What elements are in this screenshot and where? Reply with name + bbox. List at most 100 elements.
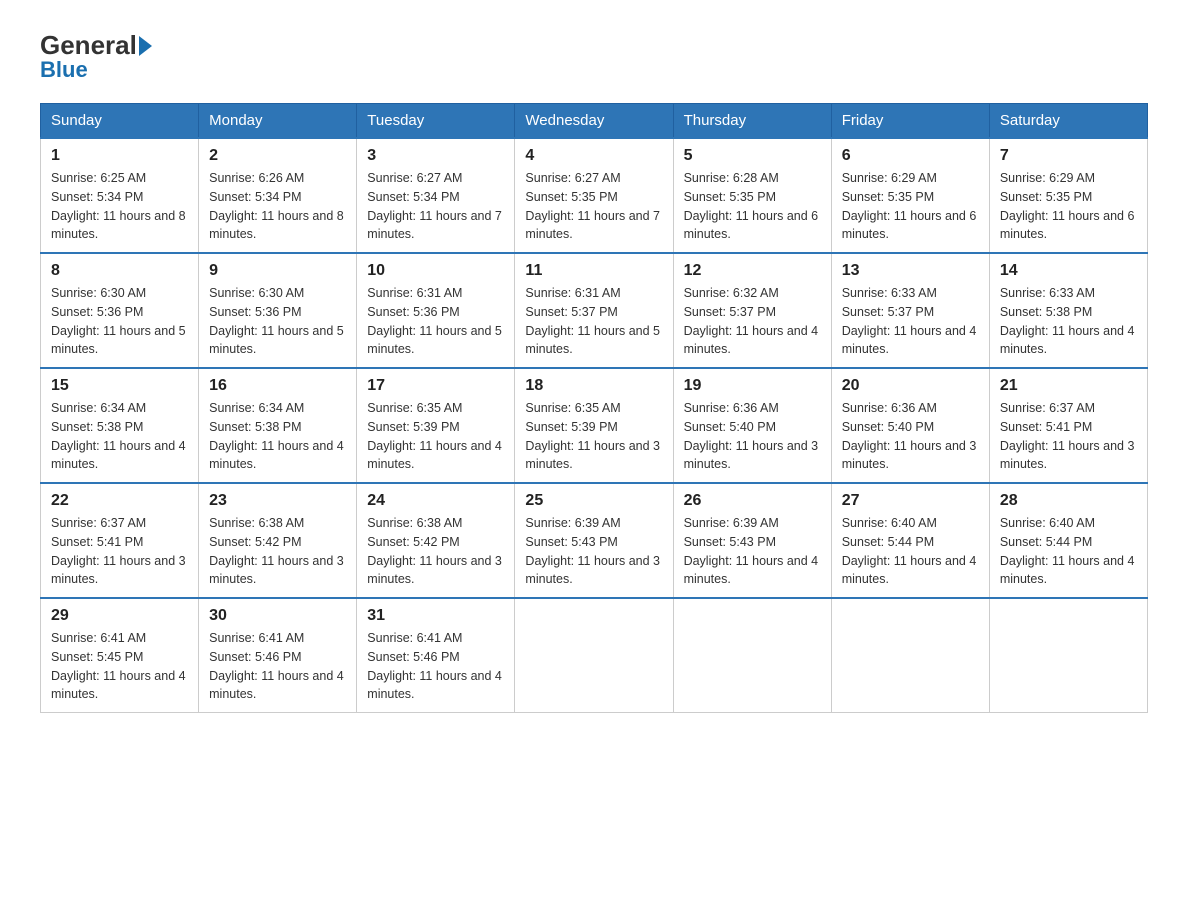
day-info: Sunrise: 6:33 AMSunset: 5:38 PMDaylight:… — [1000, 284, 1137, 359]
day-number: 29 — [51, 607, 188, 625]
calendar-cell: 18 Sunrise: 6:35 AMSunset: 5:39 PMDaylig… — [515, 368, 673, 483]
day-info: Sunrise: 6:29 AMSunset: 5:35 PMDaylight:… — [1000, 169, 1137, 244]
calendar-table: SundayMondayTuesdayWednesdayThursdayFrid… — [40, 103, 1148, 713]
logo-triangle-icon — [139, 36, 152, 56]
calendar-cell — [831, 598, 989, 713]
week-row-4: 22 Sunrise: 6:37 AMSunset: 5:41 PMDaylig… — [41, 483, 1148, 598]
day-header-sunday: Sunday — [41, 104, 199, 139]
day-number: 12 — [684, 262, 821, 280]
week-row-3: 15 Sunrise: 6:34 AMSunset: 5:38 PMDaylig… — [41, 368, 1148, 483]
day-header-friday: Friday — [831, 104, 989, 139]
week-row-1: 1 Sunrise: 6:25 AMSunset: 5:34 PMDayligh… — [41, 138, 1148, 253]
calendar-cell: 13 Sunrise: 6:33 AMSunset: 5:37 PMDaylig… — [831, 253, 989, 368]
calendar-cell: 22 Sunrise: 6:37 AMSunset: 5:41 PMDaylig… — [41, 483, 199, 598]
calendar-cell: 29 Sunrise: 6:41 AMSunset: 5:45 PMDaylig… — [41, 598, 199, 713]
day-info: Sunrise: 6:25 AMSunset: 5:34 PMDaylight:… — [51, 169, 188, 244]
calendar-cell: 2 Sunrise: 6:26 AMSunset: 5:34 PMDayligh… — [199, 138, 357, 253]
day-number: 3 — [367, 147, 504, 165]
day-number: 25 — [525, 492, 662, 510]
day-header-saturday: Saturday — [989, 104, 1147, 139]
calendar-cell: 11 Sunrise: 6:31 AMSunset: 5:37 PMDaylig… — [515, 253, 673, 368]
calendar-cell: 25 Sunrise: 6:39 AMSunset: 5:43 PMDaylig… — [515, 483, 673, 598]
calendar-cell — [515, 598, 673, 713]
day-info: Sunrise: 6:33 AMSunset: 5:37 PMDaylight:… — [842, 284, 979, 359]
calendar-cell: 28 Sunrise: 6:40 AMSunset: 5:44 PMDaylig… — [989, 483, 1147, 598]
day-info: Sunrise: 6:32 AMSunset: 5:37 PMDaylight:… — [684, 284, 821, 359]
day-number: 2 — [209, 147, 346, 165]
day-info: Sunrise: 6:38 AMSunset: 5:42 PMDaylight:… — [209, 514, 346, 589]
calendar-cell: 30 Sunrise: 6:41 AMSunset: 5:46 PMDaylig… — [199, 598, 357, 713]
day-info: Sunrise: 6:30 AMSunset: 5:36 PMDaylight:… — [51, 284, 188, 359]
day-number: 26 — [684, 492, 821, 510]
day-number: 8 — [51, 262, 188, 280]
logo: General Blue — [40, 30, 154, 83]
page-header: General Blue — [40, 30, 1148, 83]
day-number: 4 — [525, 147, 662, 165]
day-info: Sunrise: 6:26 AMSunset: 5:34 PMDaylight:… — [209, 169, 346, 244]
day-info: Sunrise: 6:28 AMSunset: 5:35 PMDaylight:… — [684, 169, 821, 244]
calendar-header-row: SundayMondayTuesdayWednesdayThursdayFrid… — [41, 104, 1148, 139]
day-info: Sunrise: 6:38 AMSunset: 5:42 PMDaylight:… — [367, 514, 504, 589]
day-info: Sunrise: 6:39 AMSunset: 5:43 PMDaylight:… — [684, 514, 821, 589]
calendar-cell — [673, 598, 831, 713]
calendar-cell: 12 Sunrise: 6:32 AMSunset: 5:37 PMDaylig… — [673, 253, 831, 368]
day-number: 14 — [1000, 262, 1137, 280]
logo-blue-label: Blue — [40, 57, 88, 83]
calendar-cell: 24 Sunrise: 6:38 AMSunset: 5:42 PMDaylig… — [357, 483, 515, 598]
calendar-cell — [989, 598, 1147, 713]
day-number: 22 — [51, 492, 188, 510]
week-row-5: 29 Sunrise: 6:41 AMSunset: 5:45 PMDaylig… — [41, 598, 1148, 713]
calendar-cell: 16 Sunrise: 6:34 AMSunset: 5:38 PMDaylig… — [199, 368, 357, 483]
day-number: 20 — [842, 377, 979, 395]
day-info: Sunrise: 6:29 AMSunset: 5:35 PMDaylight:… — [842, 169, 979, 244]
day-info: Sunrise: 6:41 AMSunset: 5:46 PMDaylight:… — [209, 629, 346, 704]
day-number: 7 — [1000, 147, 1137, 165]
day-info: Sunrise: 6:31 AMSunset: 5:36 PMDaylight:… — [367, 284, 504, 359]
calendar-cell: 10 Sunrise: 6:31 AMSunset: 5:36 PMDaylig… — [357, 253, 515, 368]
day-number: 18 — [525, 377, 662, 395]
calendar-cell: 7 Sunrise: 6:29 AMSunset: 5:35 PMDayligh… — [989, 138, 1147, 253]
day-info: Sunrise: 6:30 AMSunset: 5:36 PMDaylight:… — [209, 284, 346, 359]
calendar-cell: 6 Sunrise: 6:29 AMSunset: 5:35 PMDayligh… — [831, 138, 989, 253]
calendar-cell: 26 Sunrise: 6:39 AMSunset: 5:43 PMDaylig… — [673, 483, 831, 598]
day-info: Sunrise: 6:41 AMSunset: 5:45 PMDaylight:… — [51, 629, 188, 704]
day-number: 21 — [1000, 377, 1137, 395]
day-number: 9 — [209, 262, 346, 280]
day-number: 16 — [209, 377, 346, 395]
day-number: 5 — [684, 147, 821, 165]
calendar-cell: 21 Sunrise: 6:37 AMSunset: 5:41 PMDaylig… — [989, 368, 1147, 483]
calendar-cell: 5 Sunrise: 6:28 AMSunset: 5:35 PMDayligh… — [673, 138, 831, 253]
day-number: 23 — [209, 492, 346, 510]
day-info: Sunrise: 6:36 AMSunset: 5:40 PMDaylight:… — [684, 399, 821, 474]
day-number: 24 — [367, 492, 504, 510]
day-number: 10 — [367, 262, 504, 280]
day-number: 15 — [51, 377, 188, 395]
day-number: 27 — [842, 492, 979, 510]
calendar-cell: 9 Sunrise: 6:30 AMSunset: 5:36 PMDayligh… — [199, 253, 357, 368]
day-info: Sunrise: 6:34 AMSunset: 5:38 PMDaylight:… — [51, 399, 188, 474]
day-info: Sunrise: 6:35 AMSunset: 5:39 PMDaylight:… — [525, 399, 662, 474]
day-info: Sunrise: 6:27 AMSunset: 5:34 PMDaylight:… — [367, 169, 504, 244]
day-info: Sunrise: 6:40 AMSunset: 5:44 PMDaylight:… — [1000, 514, 1137, 589]
calendar-cell: 14 Sunrise: 6:33 AMSunset: 5:38 PMDaylig… — [989, 253, 1147, 368]
day-number: 1 — [51, 147, 188, 165]
day-number: 17 — [367, 377, 504, 395]
day-info: Sunrise: 6:31 AMSunset: 5:37 PMDaylight:… — [525, 284, 662, 359]
week-row-2: 8 Sunrise: 6:30 AMSunset: 5:36 PMDayligh… — [41, 253, 1148, 368]
day-info: Sunrise: 6:39 AMSunset: 5:43 PMDaylight:… — [525, 514, 662, 589]
day-number: 13 — [842, 262, 979, 280]
calendar-cell: 17 Sunrise: 6:35 AMSunset: 5:39 PMDaylig… — [357, 368, 515, 483]
calendar-cell: 23 Sunrise: 6:38 AMSunset: 5:42 PMDaylig… — [199, 483, 357, 598]
day-number: 19 — [684, 377, 821, 395]
day-info: Sunrise: 6:35 AMSunset: 5:39 PMDaylight:… — [367, 399, 504, 474]
day-info: Sunrise: 6:36 AMSunset: 5:40 PMDaylight:… — [842, 399, 979, 474]
calendar-cell: 20 Sunrise: 6:36 AMSunset: 5:40 PMDaylig… — [831, 368, 989, 483]
day-info: Sunrise: 6:27 AMSunset: 5:35 PMDaylight:… — [525, 169, 662, 244]
day-number: 6 — [842, 147, 979, 165]
calendar-cell: 31 Sunrise: 6:41 AMSunset: 5:46 PMDaylig… — [357, 598, 515, 713]
day-header-tuesday: Tuesday — [357, 104, 515, 139]
calendar-cell: 3 Sunrise: 6:27 AMSunset: 5:34 PMDayligh… — [357, 138, 515, 253]
calendar-cell: 19 Sunrise: 6:36 AMSunset: 5:40 PMDaylig… — [673, 368, 831, 483]
day-number: 11 — [525, 262, 662, 280]
day-info: Sunrise: 6:41 AMSunset: 5:46 PMDaylight:… — [367, 629, 504, 704]
